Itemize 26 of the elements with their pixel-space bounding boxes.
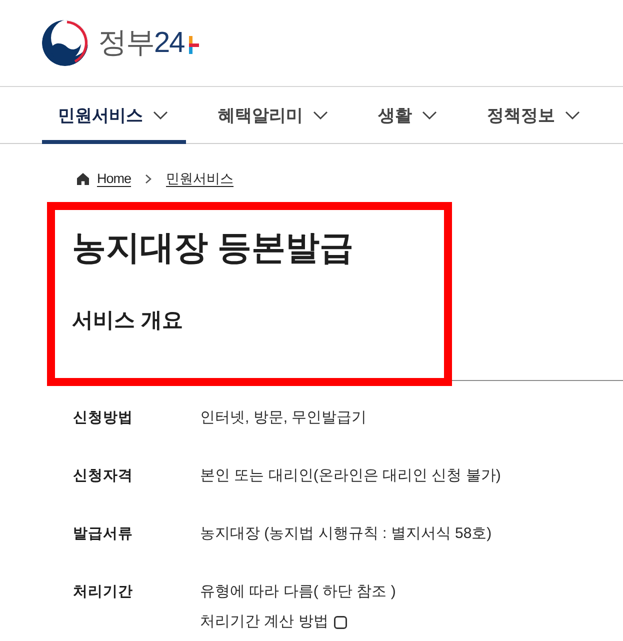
- nav-tab[interactable]: 민원서비스: [42, 87, 186, 144]
- field-value: 본인 또는 대리인(온라인은 대리인 신청 불가): [200, 466, 501, 486]
- chevron-down-icon: [313, 111, 328, 120]
- home-link[interactable]: Home: [97, 168, 132, 190]
- page-title: 농지대장 등본발급: [72, 228, 354, 269]
- field-label: 발급서류: [73, 525, 134, 544]
- chevron-down-icon: [153, 111, 168, 120]
- section-heading: 서비스 개요: [72, 308, 184, 334]
- home-icon: [77, 173, 89, 185]
- chevron-down-icon: [422, 111, 437, 120]
- field-value: 농지대장 (농지법 시행규칙 : 별지서식 58호): [200, 524, 492, 544]
- nav-tab[interactable]: 혜택알리미: [202, 87, 346, 144]
- chevron-down-icon: [565, 111, 580, 120]
- chevron-right-icon: [145, 174, 152, 184]
- nav-tab[interactable]: 생활: [362, 87, 455, 144]
- square-icon: [334, 616, 348, 629]
- field-label: 처리기간: [73, 583, 134, 602]
- field-value: 인터넷, 방문, 무인발급기: [200, 408, 367, 428]
- field-value: 유형에 따라 다름( 하단 참조 ): [200, 582, 396, 602]
- field-label: 신청자격: [73, 467, 134, 486]
- breadcrumb-link[interactable]: 민원서비스: [166, 168, 234, 190]
- logo-text: 정부24: [98, 28, 184, 58]
- nav-tab[interactable]: 정책정보: [471, 87, 598, 144]
- field-label: 신청방법: [73, 409, 134, 428]
- calculation-method-link[interactable]: 처리기간 계산 방법: [200, 611, 348, 634]
- emblem-icon: [42, 20, 88, 66]
